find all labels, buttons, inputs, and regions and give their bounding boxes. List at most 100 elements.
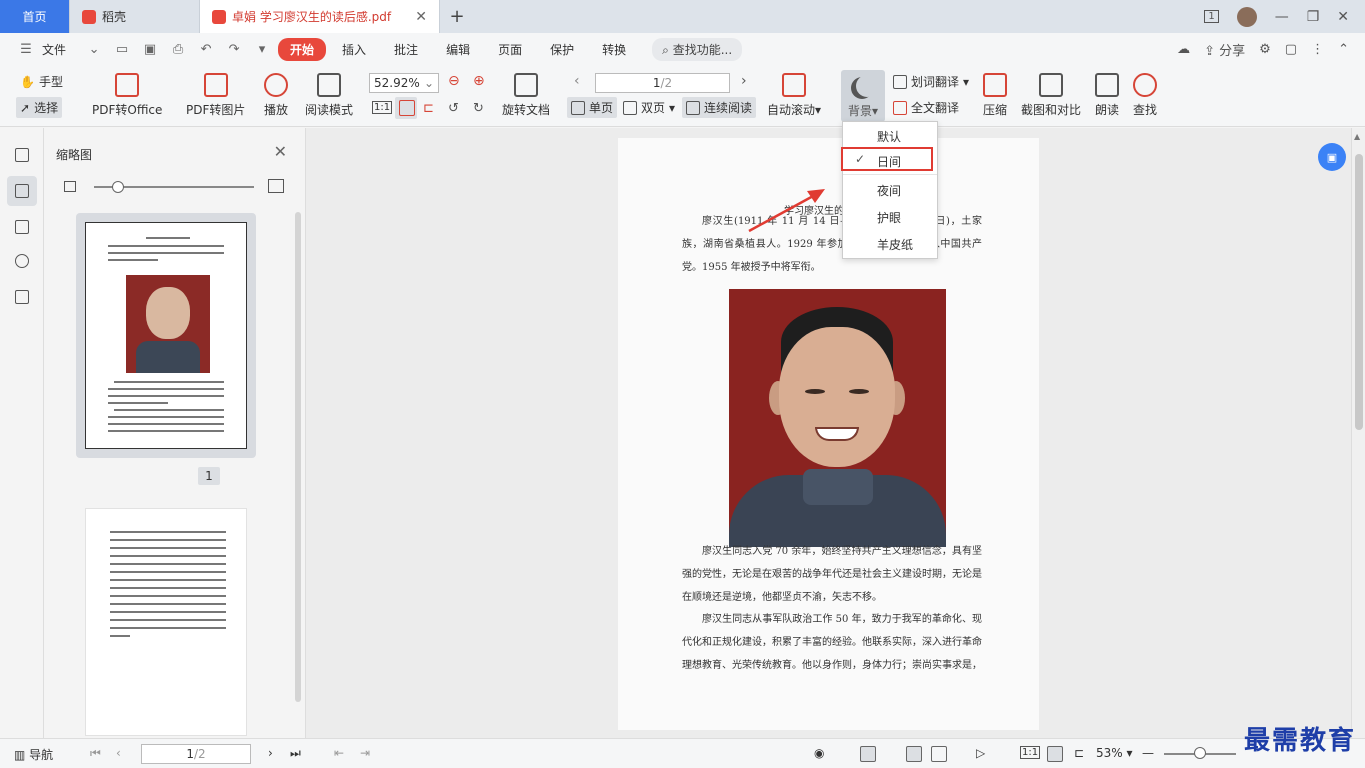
double-page-status-icon[interactable] bbox=[931, 746, 947, 762]
scroll-thumb[interactable] bbox=[1355, 154, 1363, 430]
prev-page-icon[interactable]: ‹ bbox=[116, 746, 121, 760]
fit-width-icon[interactable]: ⊏ bbox=[423, 101, 434, 116]
collapse-icon[interactable]: ⌃ bbox=[1338, 42, 1349, 57]
small-image-icon[interactable] bbox=[64, 181, 76, 192]
page-count-badge[interactable]: 1 bbox=[1204, 10, 1219, 23]
bookmark-icon[interactable] bbox=[7, 140, 37, 170]
background-button[interactable]: 背景▾ bbox=[841, 70, 885, 122]
bg-option-eye-care[interactable]: 护眼 bbox=[843, 205, 937, 229]
pdf-to-image-button[interactable]: PDF转图片 bbox=[186, 73, 245, 118]
pdf-to-office-button[interactable]: PDF转Office bbox=[92, 73, 162, 118]
thumbnail-scrollbar[interactable] bbox=[295, 212, 301, 702]
minimize-icon[interactable]: — bbox=[1275, 9, 1289, 25]
status-page-input[interactable]: 1/2 bbox=[141, 744, 251, 764]
play-button[interactable]: 播放 bbox=[264, 73, 288, 118]
word-translate-button[interactable]: 划词翻译 ▾ bbox=[893, 73, 969, 90]
bg-option-night[interactable]: 夜间 bbox=[843, 178, 937, 202]
double-page-button[interactable]: 双页 ▾ bbox=[623, 99, 675, 116]
continuous-status-icon[interactable] bbox=[860, 746, 876, 762]
large-image-icon[interactable] bbox=[268, 179, 284, 193]
read-aloud-button[interactable]: 朗读 bbox=[1095, 73, 1119, 118]
open-folder-icon[interactable]: ▭ bbox=[113, 40, 131, 58]
auto-scroll-button[interactable]: 自动滚动▾ bbox=[767, 73, 821, 118]
close-icon[interactable]: ✕ bbox=[415, 9, 427, 25]
vertical-scrollbar[interactable]: ▲ bbox=[1351, 128, 1365, 738]
print-icon[interactable]: ⎙ bbox=[169, 40, 187, 58]
menu-edit[interactable]: 编辑 bbox=[434, 38, 482, 61]
last-page-icon[interactable]: ⏭ bbox=[290, 746, 301, 761]
zoom-select[interactable]: 52.92% ⌄ bbox=[369, 73, 439, 93]
rotate-right-icon[interactable]: ↻ bbox=[473, 101, 484, 116]
single-page-button[interactable]: 单页 bbox=[567, 97, 618, 118]
menu-start[interactable]: 开始 bbox=[278, 37, 327, 61]
search-function-input[interactable]: ⌕ 查找功能... bbox=[652, 37, 743, 61]
menu-convert[interactable]: 转换 bbox=[590, 38, 638, 61]
select-tool-button[interactable]: ➚ 选择 bbox=[16, 97, 63, 118]
slider-handle[interactable] bbox=[112, 181, 124, 193]
tab-daoke[interactable]: 稻壳 bbox=[70, 0, 200, 33]
thumbnail-icon[interactable] bbox=[7, 176, 37, 206]
floating-tool-button[interactable]: ▣ bbox=[1318, 143, 1346, 171]
zoom-status-select[interactable]: 53% ▾ bbox=[1096, 746, 1133, 760]
bg-option-default[interactable]: 默认 bbox=[843, 124, 937, 148]
menu-annotate[interactable]: 批注 bbox=[382, 38, 430, 61]
chevron-down-icon[interactable]: ⌄ bbox=[85, 40, 103, 58]
thumbnail-page-2[interactable] bbox=[85, 508, 247, 736]
next-page-icon[interactable]: › bbox=[741, 73, 747, 89]
zoom-out-icon[interactable]: ⊖ bbox=[448, 73, 460, 89]
continuous-read-button[interactable]: 连续阅读 bbox=[682, 97, 757, 118]
bg-option-day[interactable]: ✓ 日间 bbox=[841, 147, 933, 171]
signature-icon[interactable] bbox=[7, 282, 37, 312]
back-icon[interactable]: ⇤ bbox=[334, 746, 344, 760]
zoom-in-icon[interactable]: ⊕ bbox=[473, 73, 485, 89]
first-page-icon[interactable]: ⏮ bbox=[90, 746, 101, 761]
avatar[interactable] bbox=[1236, 6, 1257, 27]
hamburger-icon[interactable]: ☰ bbox=[17, 40, 35, 58]
undo-icon[interactable]: ↶ bbox=[197, 40, 215, 58]
actual-size-status-button[interactable]: 1:1 bbox=[1020, 746, 1041, 759]
save-icon[interactable]: ▣ bbox=[141, 40, 159, 58]
thumbnail-page-1[interactable] bbox=[76, 213, 256, 458]
fit-width-status-icon[interactable]: ⊏ bbox=[1074, 746, 1084, 760]
page-number-input[interactable]: 1/2 bbox=[595, 73, 730, 93]
share-button[interactable]: ⇪ 分享 bbox=[1204, 40, 1245, 59]
fit-page-button[interactable] bbox=[395, 97, 417, 119]
close-icon[interactable]: ✕ bbox=[274, 142, 287, 161]
menu-protect[interactable]: 保护 bbox=[538, 38, 586, 61]
menu-insert[interactable]: 插入 bbox=[330, 38, 378, 61]
more-icon[interactable]: ⋮ bbox=[1311, 42, 1324, 57]
bg-option-parchment[interactable]: 羊皮纸 bbox=[843, 232, 937, 256]
restore-icon[interactable]: ❐ bbox=[1307, 9, 1320, 25]
attachment-icon[interactable] bbox=[7, 246, 37, 276]
eye-care-icon[interactable]: ◉ bbox=[814, 746, 824, 760]
tab-home[interactable]: 首页 bbox=[0, 0, 70, 33]
rotate-document-button[interactable]: 旋转文档 bbox=[502, 73, 550, 118]
rotate-left-icon[interactable]: ↺ bbox=[448, 101, 459, 116]
screenshot-compare-button[interactable]: 截图和对比 bbox=[1021, 73, 1081, 118]
full-translate-button[interactable]: 全文翻译 bbox=[893, 99, 959, 116]
cloud-sync-icon[interactable]: ☁ bbox=[1177, 42, 1190, 57]
hand-tool-button[interactable]: ✋ 手型 bbox=[20, 73, 63, 90]
prev-page-icon[interactable]: ‹ bbox=[574, 73, 580, 89]
single-page-status-icon[interactable] bbox=[906, 746, 922, 762]
forward-icon[interactable]: ⇥ bbox=[360, 746, 370, 760]
comment-panel-icon[interactable] bbox=[7, 212, 37, 242]
find-button[interactable]: 查找 bbox=[1133, 73, 1157, 118]
menu-file[interactable]: 文件 bbox=[42, 38, 78, 61]
close-window-icon[interactable]: ✕ bbox=[1337, 9, 1349, 25]
next-page-icon[interactable]: › bbox=[268, 746, 273, 760]
zoom-slider-handle[interactable] bbox=[1194, 747, 1206, 759]
scroll-up-icon[interactable]: ▲ bbox=[1354, 132, 1360, 141]
fit-page-status-icon[interactable] bbox=[1047, 746, 1063, 762]
play-status-icon[interactable]: ▷ bbox=[976, 746, 985, 760]
comment-icon[interactable]: ▢ bbox=[1285, 42, 1297, 57]
redo-icon[interactable]: ↷ bbox=[225, 40, 243, 58]
tab-document[interactable]: 卓娟 学习廖汉生的读后感.pdf ✕ bbox=[200, 0, 440, 33]
add-tab-button[interactable]: + bbox=[440, 0, 474, 33]
customize-icon[interactable]: ▾ bbox=[253, 40, 271, 58]
menu-page[interactable]: 页面 bbox=[486, 38, 534, 61]
compress-button[interactable]: 压缩 bbox=[983, 73, 1007, 118]
actual-size-button[interactable]: 1:1 bbox=[372, 101, 393, 114]
nav-button[interactable]: ▥ 导航 bbox=[14, 746, 53, 763]
gear-icon[interactable]: ⚙ bbox=[1259, 42, 1271, 57]
